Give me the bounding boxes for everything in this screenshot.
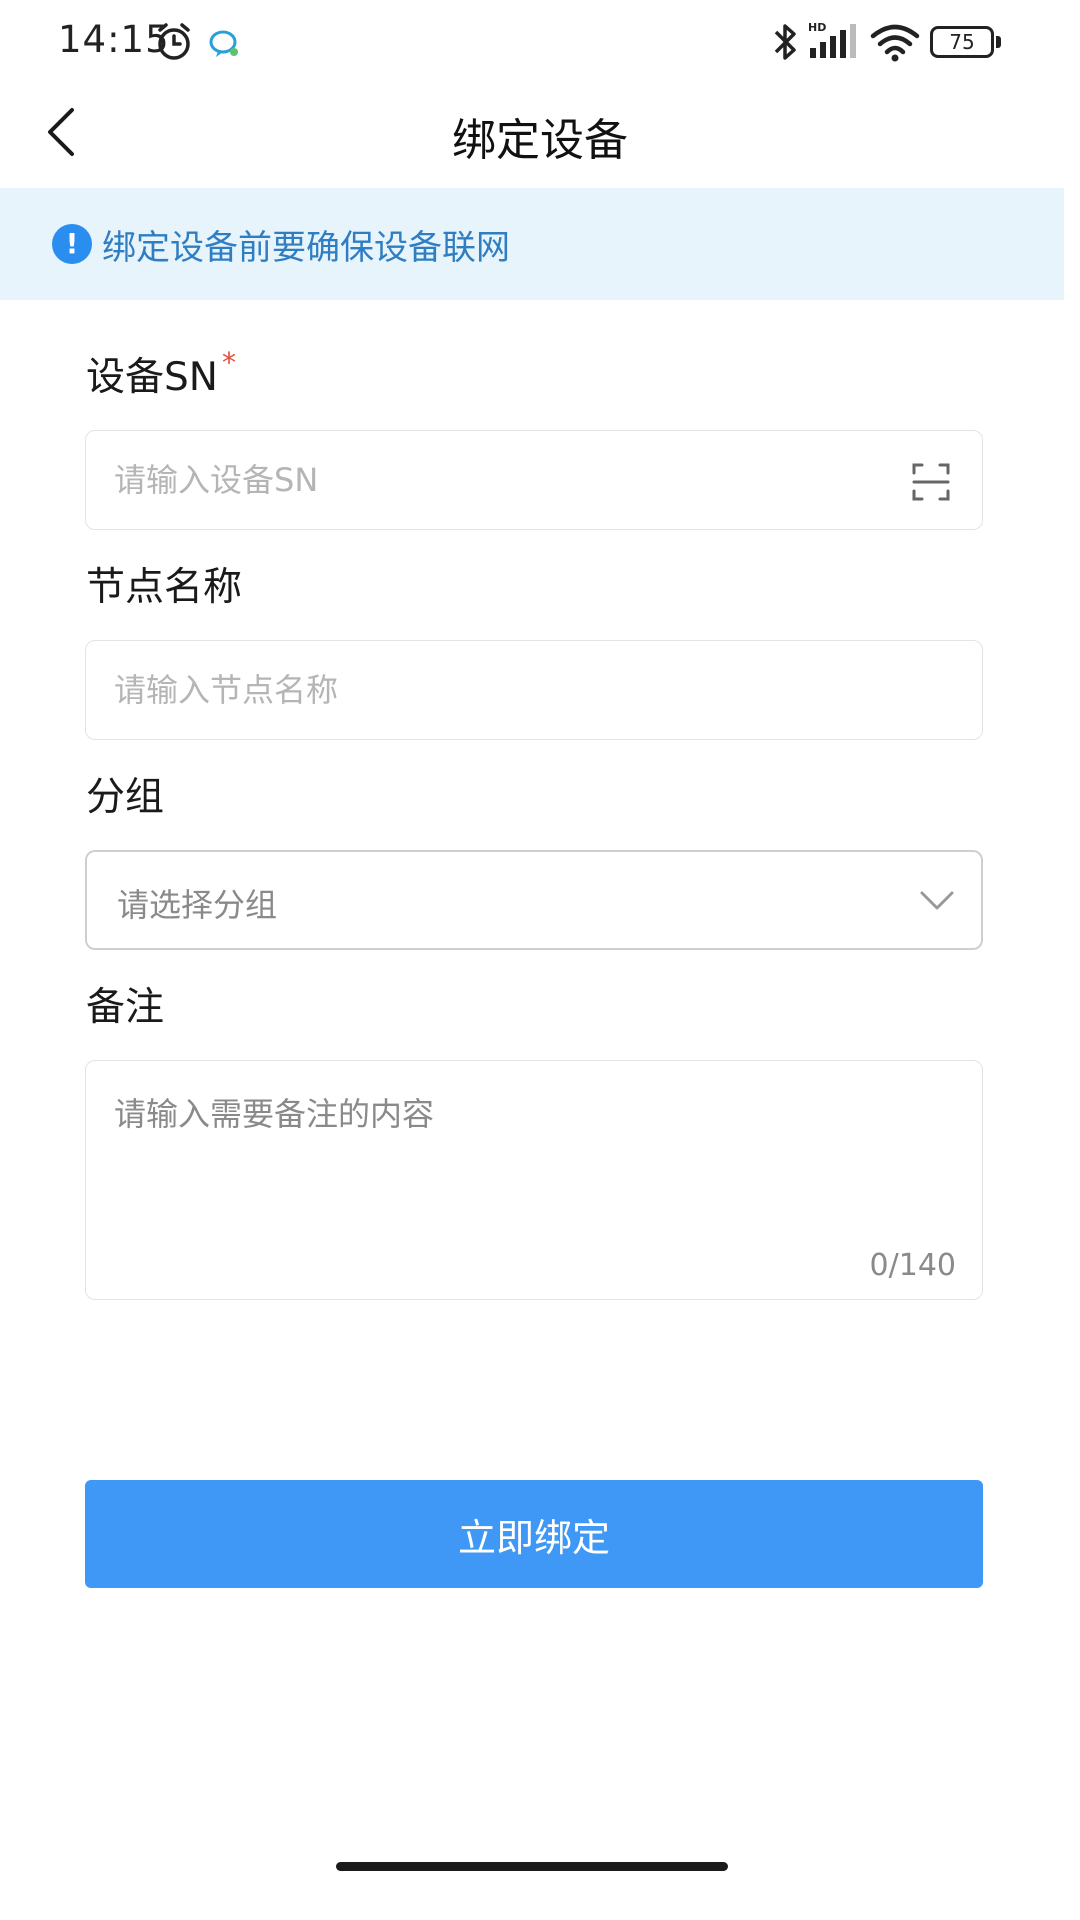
- info-icon: !: [52, 224, 92, 264]
- notice-banner: ! 绑定设备前要确保设备联网: [0, 188, 1064, 300]
- group-label: 分组: [86, 775, 165, 820]
- device-sn-input[interactable]: [112, 431, 872, 529]
- alarm-icon: [158, 23, 190, 60]
- group-select[interactable]: 请选择分组: [85, 850, 983, 950]
- node-name-label: 节点名称: [86, 565, 243, 610]
- signal-icon: HD: [808, 21, 856, 58]
- status-bar: 14:15 HD 75: [0, 0, 1080, 84]
- node-name-input[interactable]: [112, 641, 872, 739]
- battery-level: 75: [930, 26, 994, 58]
- home-indicator[interactable]: [336, 1862, 728, 1871]
- page-title: 绑定设备: [452, 115, 628, 166]
- bind-device-page: 14:15 HD 75 绑定设备 ! 绑定设备前要确保设备联网 设备SN * 请…: [0, 0, 1080, 1920]
- node-name-field: [85, 640, 983, 740]
- scan-icon[interactable]: [912, 463, 950, 501]
- chat-icon: [209, 30, 238, 57]
- group-select-placeholder: 请选择分组: [117, 886, 278, 924]
- battery-icon: 75: [930, 26, 1002, 58]
- required-mark: *: [221, 346, 236, 379]
- remark-char-counter: 0/140: [869, 1248, 956, 1283]
- svg-text:HD: HD: [808, 21, 826, 34]
- notice-text: 绑定设备前要确保设备联网: [102, 228, 510, 268]
- remark-textarea[interactable]: [112, 1087, 952, 1227]
- nav-header: 绑定设备: [0, 84, 1080, 188]
- device-sn-label-text: 设备SN: [86, 355, 218, 400]
- status-time: 14:15: [58, 18, 170, 61]
- bind-now-button[interactable]: 立即绑定: [85, 1480, 983, 1588]
- wifi-icon: [870, 24, 920, 62]
- chevron-down-icon: [920, 891, 954, 910]
- battery-tip: [996, 36, 1001, 48]
- device-sn-field: [85, 430, 983, 530]
- device-sn-label: 设备SN *: [86, 346, 236, 402]
- bluetooth-icon: [774, 24, 796, 60]
- remark-field: 0/140: [85, 1060, 983, 1300]
- remark-label: 备注: [86, 985, 165, 1030]
